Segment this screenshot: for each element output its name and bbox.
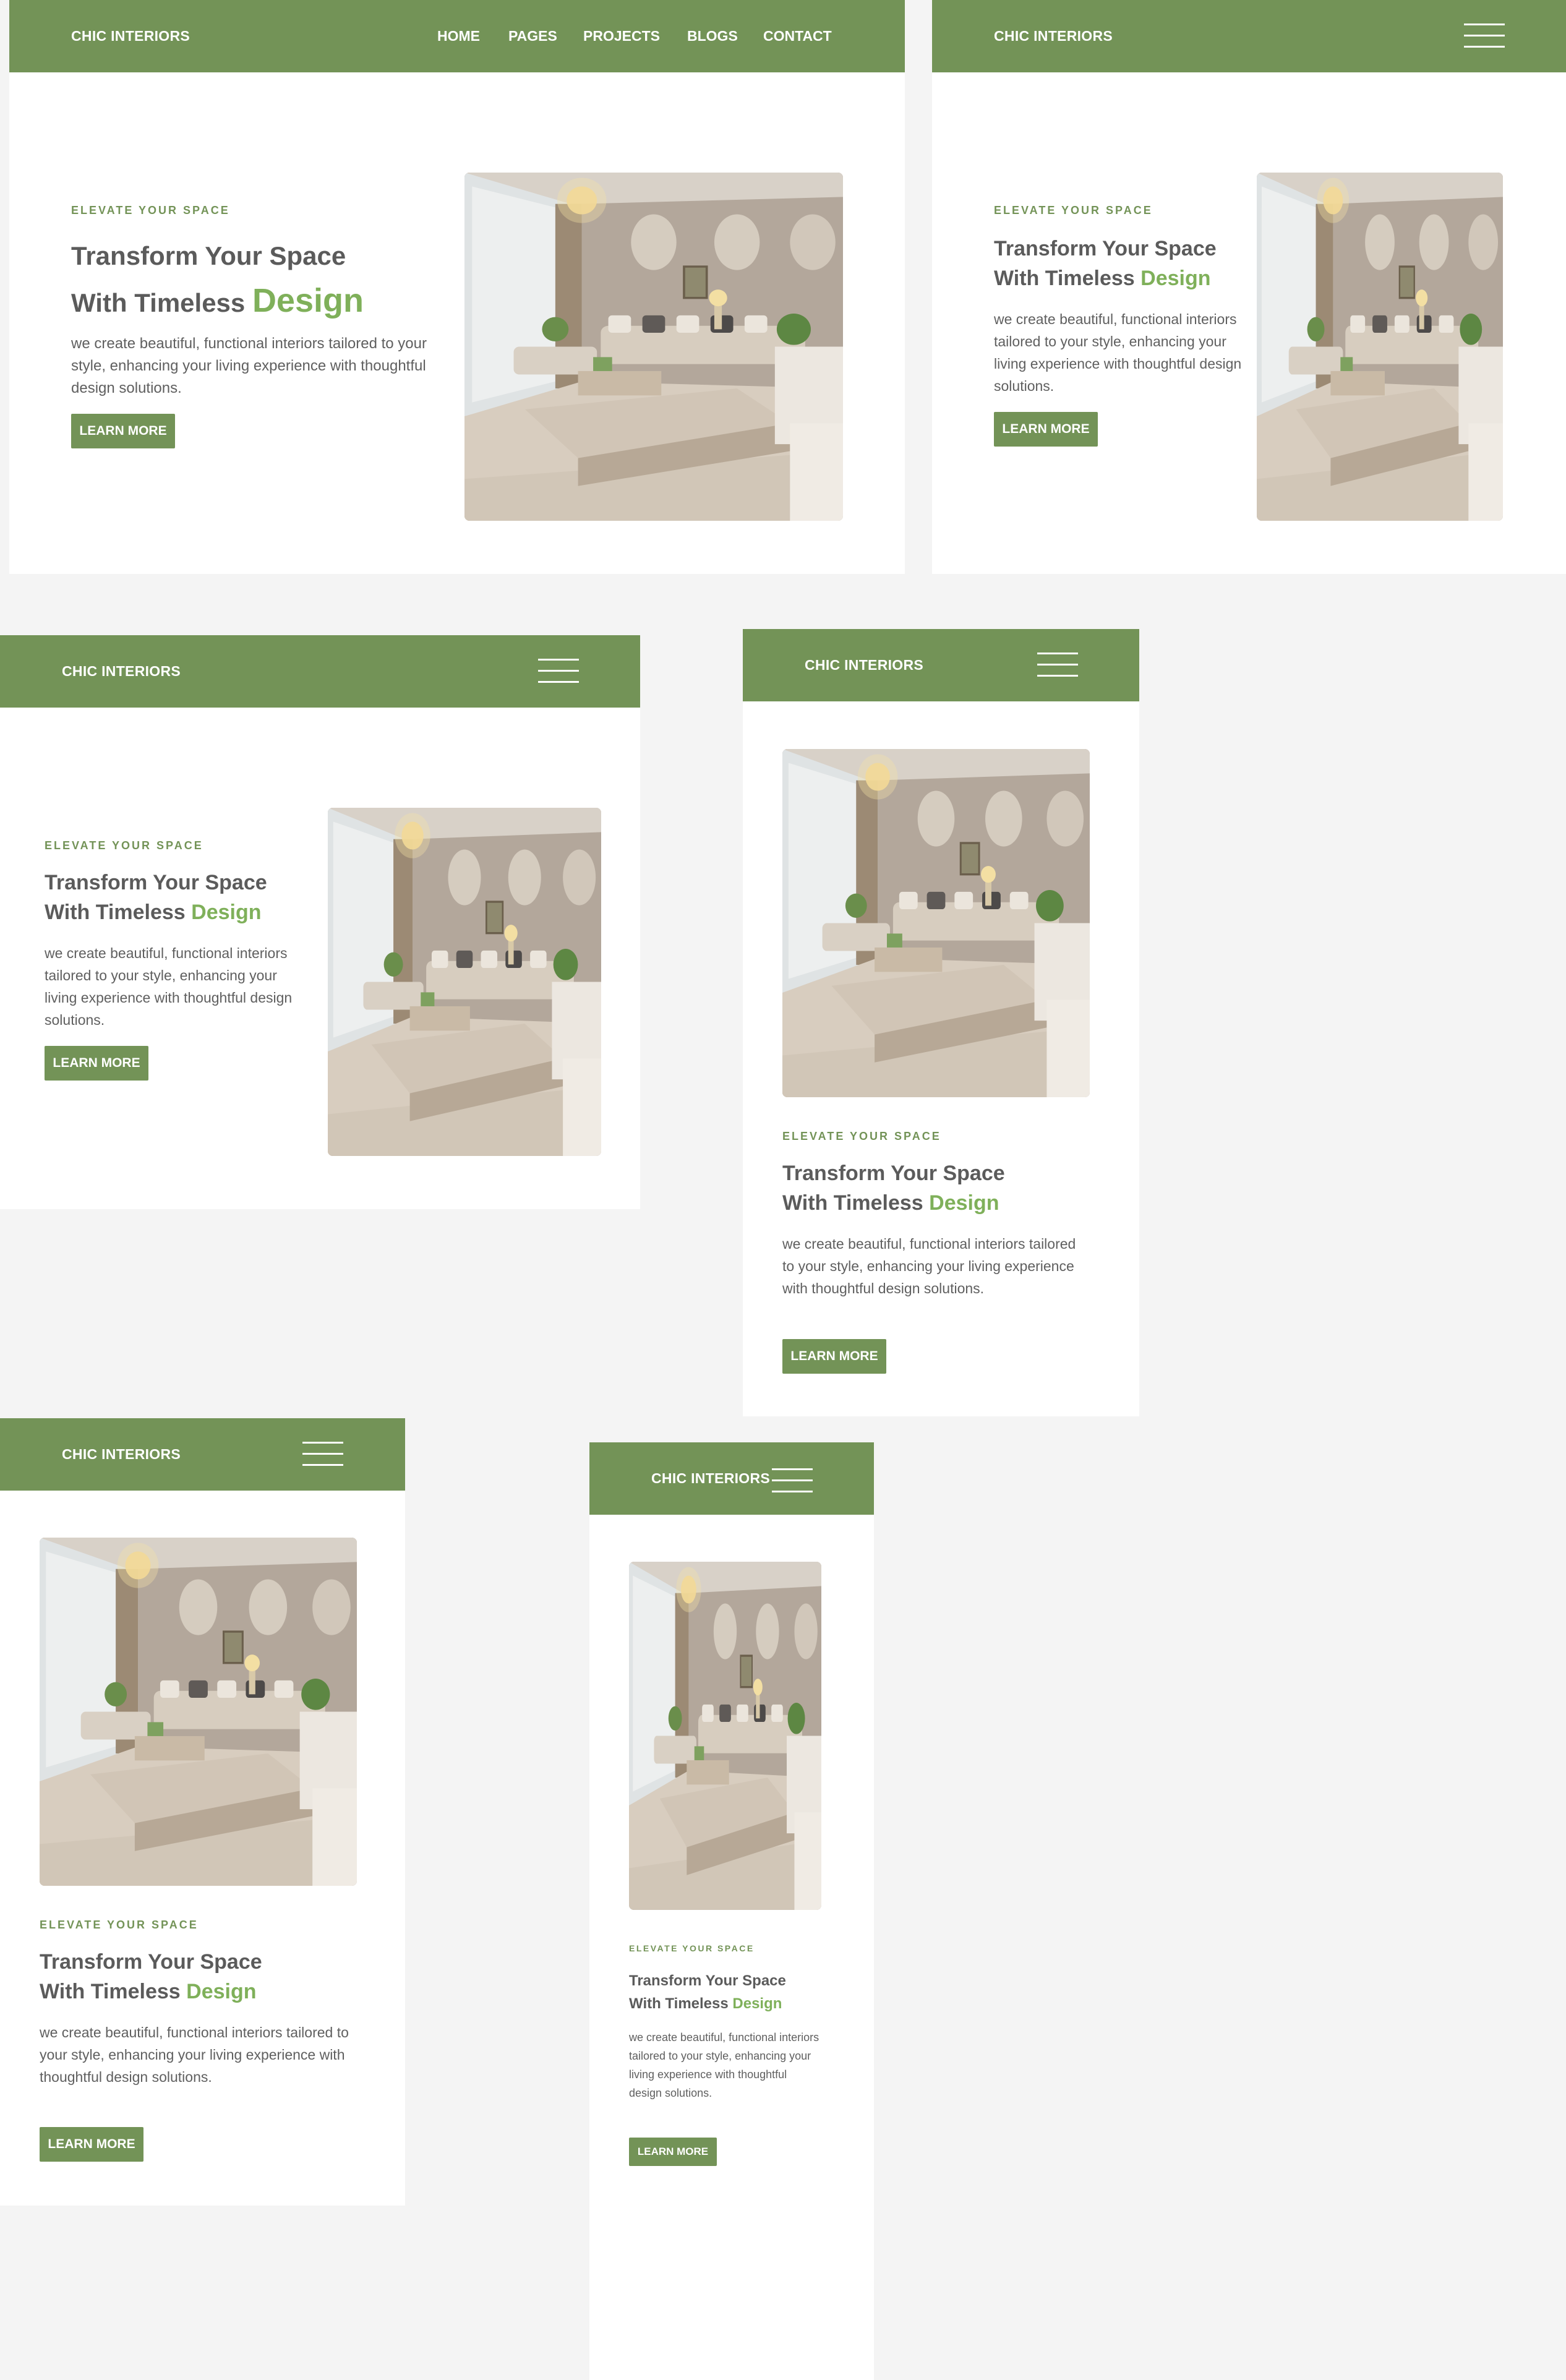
hero-title-line2: With Timeless: [629, 1995, 729, 2012]
hero-image: [1257, 173, 1503, 521]
hero-image: [328, 808, 601, 1156]
small-mobile-frame: CHIC INTERIORS ELEVATE YOUR SPACE Transf…: [589, 1442, 874, 2380]
hero-description: we create beautiful, functional interior…: [40, 2024, 349, 2085]
brand-logo[interactable]: CHIC INTERIORS: [651, 1442, 770, 1515]
hero-eyebrow: ELEVATE YOUR SPACE: [782, 1130, 941, 1142]
navbar: CHIC INTERIORS: [0, 635, 640, 708]
tablet-frame: CHIC INTERIORS ELEVATE YOUR SPACE Transf…: [0, 635, 640, 1209]
learn-more-button[interactable]: LEARN MORE: [994, 412, 1098, 447]
hero-title: Transform Your Space With Timeless Desig…: [782, 1158, 1092, 1218]
nav-pages[interactable]: PAGES: [508, 0, 557, 72]
hero-title: Transform Your Space With Timeless Desig…: [71, 234, 455, 325]
navbar: CHIC INTERIORS HOME PAGES PROJECTS BLOGS…: [9, 0, 905, 72]
learn-more-button[interactable]: LEARN MORE: [40, 2127, 143, 2162]
hero-title-line2: With Timeless: [40, 1980, 181, 2003]
learn-more-button[interactable]: LEARN MORE: [629, 2138, 717, 2166]
hero-title: Transform Your Space With Timeless Desig…: [994, 234, 1254, 293]
medium-mobile-frame: CHIC INTERIORS ELEVATE YOUR SPACE Transf…: [0, 1418, 405, 2206]
hero-title-line1: Transform Your Space: [40, 1950, 262, 1974]
hamburger-menu-icon[interactable]: [1464, 22, 1505, 49]
hamburger-menu-icon[interactable]: [302, 1440, 343, 1468]
hero-title-accent: Design: [929, 1191, 999, 1215]
hero-title-accent: Design: [186, 1980, 257, 2003]
hero-title-line1: Transform Your Space: [45, 871, 267, 894]
hero-description: we create beautiful, functional interior…: [629, 2031, 819, 2099]
hero-eyebrow: ELEVATE YOUR SPACE: [40, 1919, 199, 1931]
hero-image: [629, 1562, 821, 1910]
brand-logo[interactable]: CHIC INTERIORS: [62, 1418, 181, 1491]
hero-title-line1: Transform Your Space: [782, 1162, 1005, 1185]
hero-title: Transform Your Space With Timeless Desig…: [45, 868, 304, 927]
navbar: CHIC INTERIORS: [589, 1442, 874, 1515]
nav-blogs[interactable]: BLOGS: [687, 0, 738, 72]
navbar: CHIC INTERIORS: [0, 1418, 405, 1491]
hero-title-accent: Design: [1140, 267, 1211, 290]
hero-description: we create beautiful, functional interior…: [782, 1236, 1076, 1296]
hamburger-menu-icon[interactable]: [1037, 651, 1078, 678]
nav-contact[interactable]: CONTACT: [763, 0, 832, 72]
hero-eyebrow: ELEVATE YOUR SPACE: [629, 1943, 755, 1953]
hero-title-line1: Transform Your Space: [629, 1972, 786, 1989]
hero-title-line2: With Timeless: [994, 267, 1135, 290]
hero-eyebrow: ELEVATE YOUR SPACE: [45, 839, 203, 852]
hero-title-accent: Design: [191, 901, 262, 924]
brand-logo[interactable]: CHIC INTERIORS: [994, 0, 1113, 72]
hero-title: Transform Your Space With Timeless Desig…: [629, 1969, 833, 2015]
hero-eyebrow: ELEVATE YOUR SPACE: [71, 204, 230, 216]
hero-image: [464, 173, 843, 521]
hamburger-menu-icon[interactable]: [538, 657, 579, 685]
nav-projects[interactable]: PROJECTS: [583, 0, 660, 72]
learn-more-button[interactable]: LEARN MORE: [45, 1046, 148, 1081]
learn-more-button[interactable]: LEARN MORE: [782, 1339, 886, 1374]
hero-title-line2: With Timeless: [71, 288, 246, 317]
navbar: CHIC INTERIORS: [743, 629, 1139, 701]
hero-description: we create beautiful, functional interior…: [71, 335, 427, 396]
hero-title-accent: Design: [252, 282, 364, 319]
learn-more-button[interactable]: LEARN MORE: [71, 414, 175, 448]
hero-eyebrow: ELEVATE YOUR SPACE: [994, 204, 1153, 216]
hamburger-menu-icon[interactable]: [772, 1467, 813, 1492]
hero-title-line2: With Timeless: [45, 901, 186, 924]
hero-description: we create beautiful, functional interior…: [45, 945, 293, 1028]
desktop-frame: CHIC INTERIORS HOME PAGES PROJECTS BLOGS…: [9, 0, 905, 574]
hero-description: we create beautiful, functional interior…: [994, 311, 1242, 394]
nav-home[interactable]: HOME: [437, 0, 480, 72]
navbar: CHIC INTERIORS: [932, 0, 1566, 72]
hero-image: [40, 1538, 357, 1886]
hero-title-line1: Transform Your Space: [994, 237, 1217, 260]
small-desktop-frame: CHIC INTERIORS ELEVATE YOUR SPACE Transf…: [932, 0, 1566, 574]
brand-logo[interactable]: CHIC INTERIORS: [71, 0, 190, 72]
hero-title-line2: With Timeless: [782, 1191, 923, 1215]
hero-title: Transform Your Space With Timeless Desig…: [40, 1947, 349, 2006]
brand-logo[interactable]: CHIC INTERIORS: [62, 635, 181, 708]
large-mobile-frame: CHIC INTERIORS ELEVATE YOUR SPACE Transf…: [743, 629, 1139, 1416]
hero-image: [782, 749, 1090, 1097]
brand-logo[interactable]: CHIC INTERIORS: [805, 629, 923, 701]
hero-title-line1: Transform Your Space: [71, 241, 346, 270]
hero-title-accent: Design: [732, 1995, 782, 2012]
